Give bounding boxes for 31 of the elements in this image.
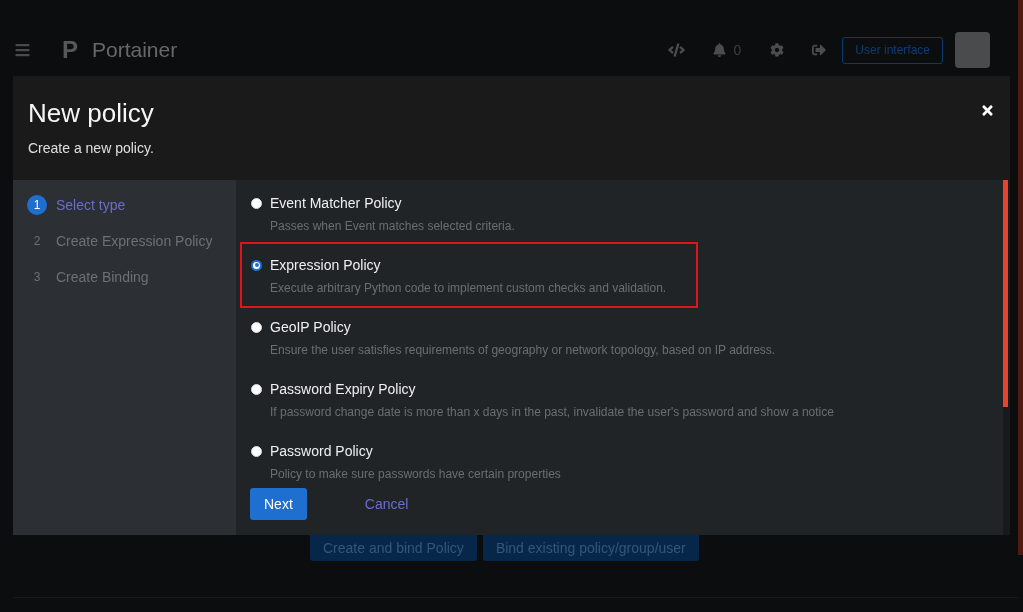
settings-icon[interactable] [770,43,785,57]
wizard-step[interactable]: 3 Create Binding [13,259,236,295]
option-label[interactable]: GeoIP Policy [270,316,351,338]
bell-icon[interactable] [712,43,726,57]
option-description: Ensure the user satisfies requirements of geography or network topology, based on IP address. [270,342,776,359]
option-description: Passes when Event matches selected criteria. [270,218,515,235]
menu-icon[interactable] [13,42,32,58]
close-icon [980,103,995,118]
logout-icon[interactable] [812,43,827,57]
modal-subtitle: Create a new policy. [28,139,154,158]
scrollbar-thumb[interactable] [1003,180,1008,407]
scrollbar-thumb[interactable] [1018,0,1023,555]
option-label[interactable]: Event Matcher Policy [270,192,402,214]
option-description: Policy to make sure passwords have certain properties [270,466,561,483]
step-number: 2 [32,233,42,250]
cancel-button[interactable]: Cancel [354,488,419,520]
brand-name: Portainer [92,37,178,64]
wizard-step[interactable]: 1 Select type [13,187,236,223]
modal-title: New policy [28,97,154,129]
option-label[interactable]: Password Policy [270,440,373,462]
radio-button[interactable] [251,259,262,271]
brand-logo: P [62,38,78,62]
option-label[interactable]: Password Expiry Policy [270,378,416,400]
wizard-step[interactable]: 2 Create Expression Policy [13,223,236,259]
option-label[interactable]: Expression Policy [270,254,381,276]
option-description: If password change date is more than x days in the past, invalidate the user's password and show a notice [270,404,834,421]
code-icon[interactable] [667,43,685,57]
next-button[interactable]: Next [250,488,307,520]
step-number: 3 [32,269,42,286]
step-number: 1 [27,195,47,215]
option-description: Execute arbitrary Python code to implement custom checks and validation. [270,280,667,297]
